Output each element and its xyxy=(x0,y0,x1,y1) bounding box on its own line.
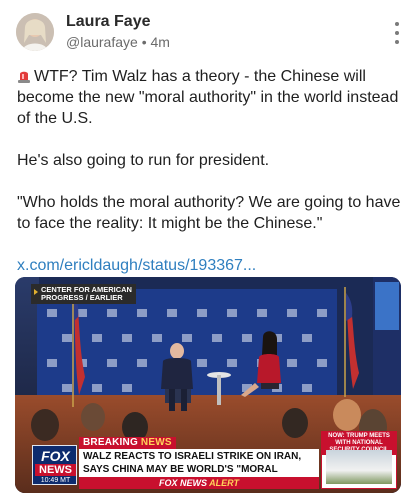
video-thumbnail[interactable]: CENTER FOR AMERICAN PROGRESS / EARLIER F… xyxy=(15,277,401,493)
alert-brand: FOX NEWS xyxy=(158,478,207,488)
post-link[interactable]: x.com/ericldaugh/status/193367... xyxy=(17,257,256,274)
white-house-image xyxy=(326,450,392,484)
side-news-box: NOW: TRUMP MEETS WITH NATIONAL SECURITY … xyxy=(321,431,397,489)
post-paragraph-4: x.com/ericldaugh/status/193367... xyxy=(17,255,407,276)
broadcast-clock: 10:49 MT xyxy=(40,477,71,484)
fox-logo-word: FOX xyxy=(41,448,70,464)
source-tag-line-2: PROGRESS / EARLIER xyxy=(41,293,123,302)
more-vertical-icon-dot xyxy=(395,40,399,44)
author-meta: @laurafaye • 4m xyxy=(66,34,170,50)
fox-news-alert-bar: FOX NEWS ALERT xyxy=(79,477,319,489)
headline-line-1: WALZ REACTS TO ISRAELI STRIKE ON IRAN, xyxy=(83,451,302,462)
post-time: 4m xyxy=(150,34,170,50)
more-vertical-icon-dot xyxy=(395,31,399,35)
more-options-button[interactable] xyxy=(391,22,403,44)
post-paragraph-2: He's also going to run for president. xyxy=(17,152,270,169)
news-lower-third: FOX NEWS 10:49 MT BREAKING NEWS WALZ REA… xyxy=(15,431,401,493)
post-header: Laura Faye @laurafaye • 4m xyxy=(0,0,417,62)
alert-word: ALERT xyxy=(209,478,240,488)
post-paragraph-1: WTF? Tim Walz has a theory - the Chinese… xyxy=(17,66,407,129)
author-handle[interactable]: @laurafaye xyxy=(66,34,138,50)
news-logo-word: NEWS xyxy=(35,464,76,476)
siren-icon xyxy=(18,71,30,83)
post-paragraph-3: "Who holds the moral authority? We are g… xyxy=(17,194,401,232)
news-word: NEWS xyxy=(140,437,172,448)
source-tag-chip: CENTER FOR AMERICAN PROGRESS / EARLIER xyxy=(31,284,136,304)
more-vertical-icon xyxy=(395,22,399,26)
avatar[interactable] xyxy=(16,13,54,51)
author-name[interactable]: Laura Faye xyxy=(66,13,150,31)
fox-news-logo: FOX NEWS 10:49 MT xyxy=(32,445,77,485)
post-body: WTF? Tim Walz has a theory - the Chinese… xyxy=(17,66,407,297)
breaking-news-banner: BREAKING NEWS xyxy=(79,437,176,449)
breaking-word: BREAKING xyxy=(83,437,138,448)
meta-separator: • xyxy=(141,34,147,50)
news-headline: WALZ REACTS TO ISRAELI STRIKE ON IRAN, S… xyxy=(79,449,319,487)
post-text-1: WTF? Tim Walz has a theory - the Chinese… xyxy=(17,68,399,127)
